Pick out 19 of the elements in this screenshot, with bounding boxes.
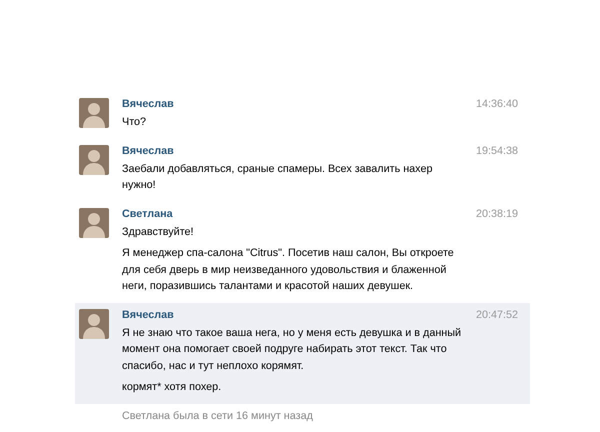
message-text: Здравствуйте!: [122, 224, 195, 240]
message-time: 20:47:52: [476, 308, 518, 320]
message-time: 14:36:40: [476, 98, 518, 110]
avatar-icon: [79, 208, 109, 238]
avatar-icon: [79, 98, 109, 128]
author-name[interactable]: Вячеслав: [122, 144, 174, 156]
author-name[interactable]: Светлана: [122, 208, 173, 220]
author-name[interactable]: Вячеслав: [122, 98, 174, 110]
message-text: Я менеджер спа-салона "Citrus". Посетив наш салон, Вы откроете для себя дверь в мир неизведанного удовольствия и блаженной неги, поразившись талантами и красотой наших девушек.: [122, 246, 455, 294]
message-text: кормят* хотя похер.: [122, 380, 222, 395]
author-name[interactable]: Вячеслав: [122, 308, 174, 320]
online-status: Светлана была в сети 16 минут назад: [122, 410, 313, 422]
avatar-icon: [79, 308, 109, 338]
message-text: Что?: [122, 115, 148, 130]
message-text: Я не знаю что такое ваша нега, но у меня есть девушка и в данный момент она помогает своей подруге набирать этот текст. Так что спасибо, нас и тут неплохо корямят.: [122, 326, 462, 374]
message-text: Заебали добавляться, сраные спамеры. Всех завалить нахер нужно!: [122, 162, 434, 193]
avatar-icon: [79, 144, 109, 174]
message-time: 19:54:38: [476, 144, 518, 156]
message-time: 20:38:19: [476, 208, 518, 220]
